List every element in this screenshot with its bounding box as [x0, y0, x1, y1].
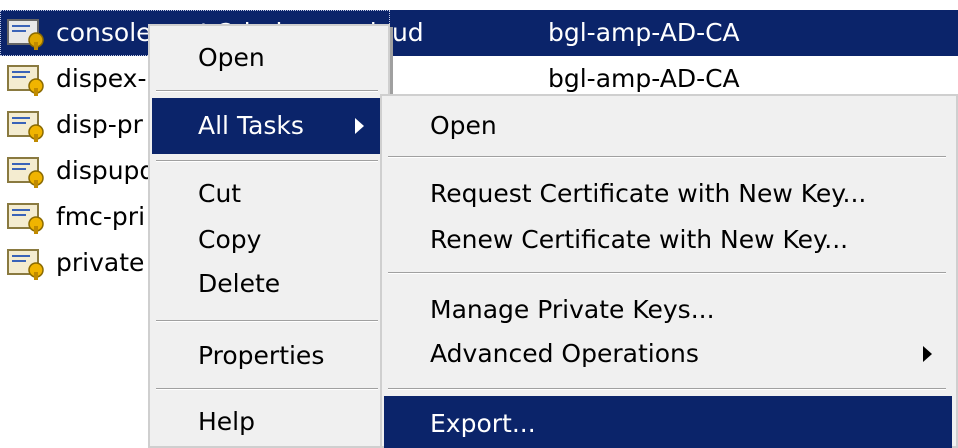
- certificate-icon: [7, 65, 44, 96]
- menu-item-label: Open: [198, 43, 265, 72]
- menu-item-help[interactable]: Help: [152, 394, 384, 448]
- certificate-icon: [7, 157, 44, 188]
- menu-item-label: Help: [198, 407, 255, 436]
- submenu-arrow-icon: [355, 118, 364, 134]
- menu-item-label: Export...: [430, 409, 536, 438]
- menu-separator: [388, 156, 946, 158]
- menu-item-label: Advanced Operations: [430, 339, 699, 368]
- submenu-item-export[interactable]: Export...: [384, 396, 952, 448]
- certificate-icon: [7, 19, 44, 50]
- menu-item-label: Renew Certificate with New Key...: [430, 225, 849, 254]
- menu-separator: [156, 160, 378, 162]
- certificate-icon: [7, 249, 44, 280]
- menu-separator: [156, 90, 378, 92]
- certificate-issuer: bgl-amp-AD-CA: [548, 18, 740, 47]
- menu-item-open[interactable]: Open: [152, 30, 384, 86]
- menu-item-label: Properties: [198, 341, 325, 370]
- menu-separator: [156, 320, 378, 322]
- certificate-icon: [7, 111, 44, 142]
- submenu-item-open[interactable]: Open: [384, 98, 952, 154]
- menu-separator: [156, 388, 378, 390]
- menu-item-label: Delete: [198, 269, 281, 298]
- certificate-name: private: [56, 248, 145, 277]
- certificate-name: dispex-: [56, 64, 147, 93]
- submenu-item-advanced-operations[interactable]: Advanced Operations: [384, 326, 952, 382]
- menu-item-label: Open: [430, 111, 497, 140]
- certificate-icon: [7, 203, 44, 234]
- context-menu: Open All Tasks Cut Copy Delete Propertie…: [148, 24, 390, 448]
- menu-separator: [388, 272, 946, 274]
- certificate-row[interactable]: console-cert-2-bgl-amp-cloud bgl-amp-AD-…: [0, 10, 958, 56]
- submenu-item-renew-new-key[interactable]: Renew Certificate with New Key...: [384, 212, 952, 268]
- menu-separator: [388, 388, 946, 390]
- menu-item-all-tasks[interactable]: All Tasks: [152, 98, 384, 154]
- menu-item-label: All Tasks: [198, 111, 304, 140]
- submenu-arrow-icon: [923, 346, 932, 362]
- menu-item-delete[interactable]: Delete: [152, 256, 384, 312]
- certificate-name: dispupd: [56, 156, 156, 185]
- certificate-name: fmc-pri: [56, 202, 146, 231]
- menu-item-properties[interactable]: Properties: [152, 328, 384, 384]
- certificate-name: disp-pr: [56, 110, 143, 139]
- all-tasks-submenu: Open Request Certificate with New Key...…: [380, 94, 958, 448]
